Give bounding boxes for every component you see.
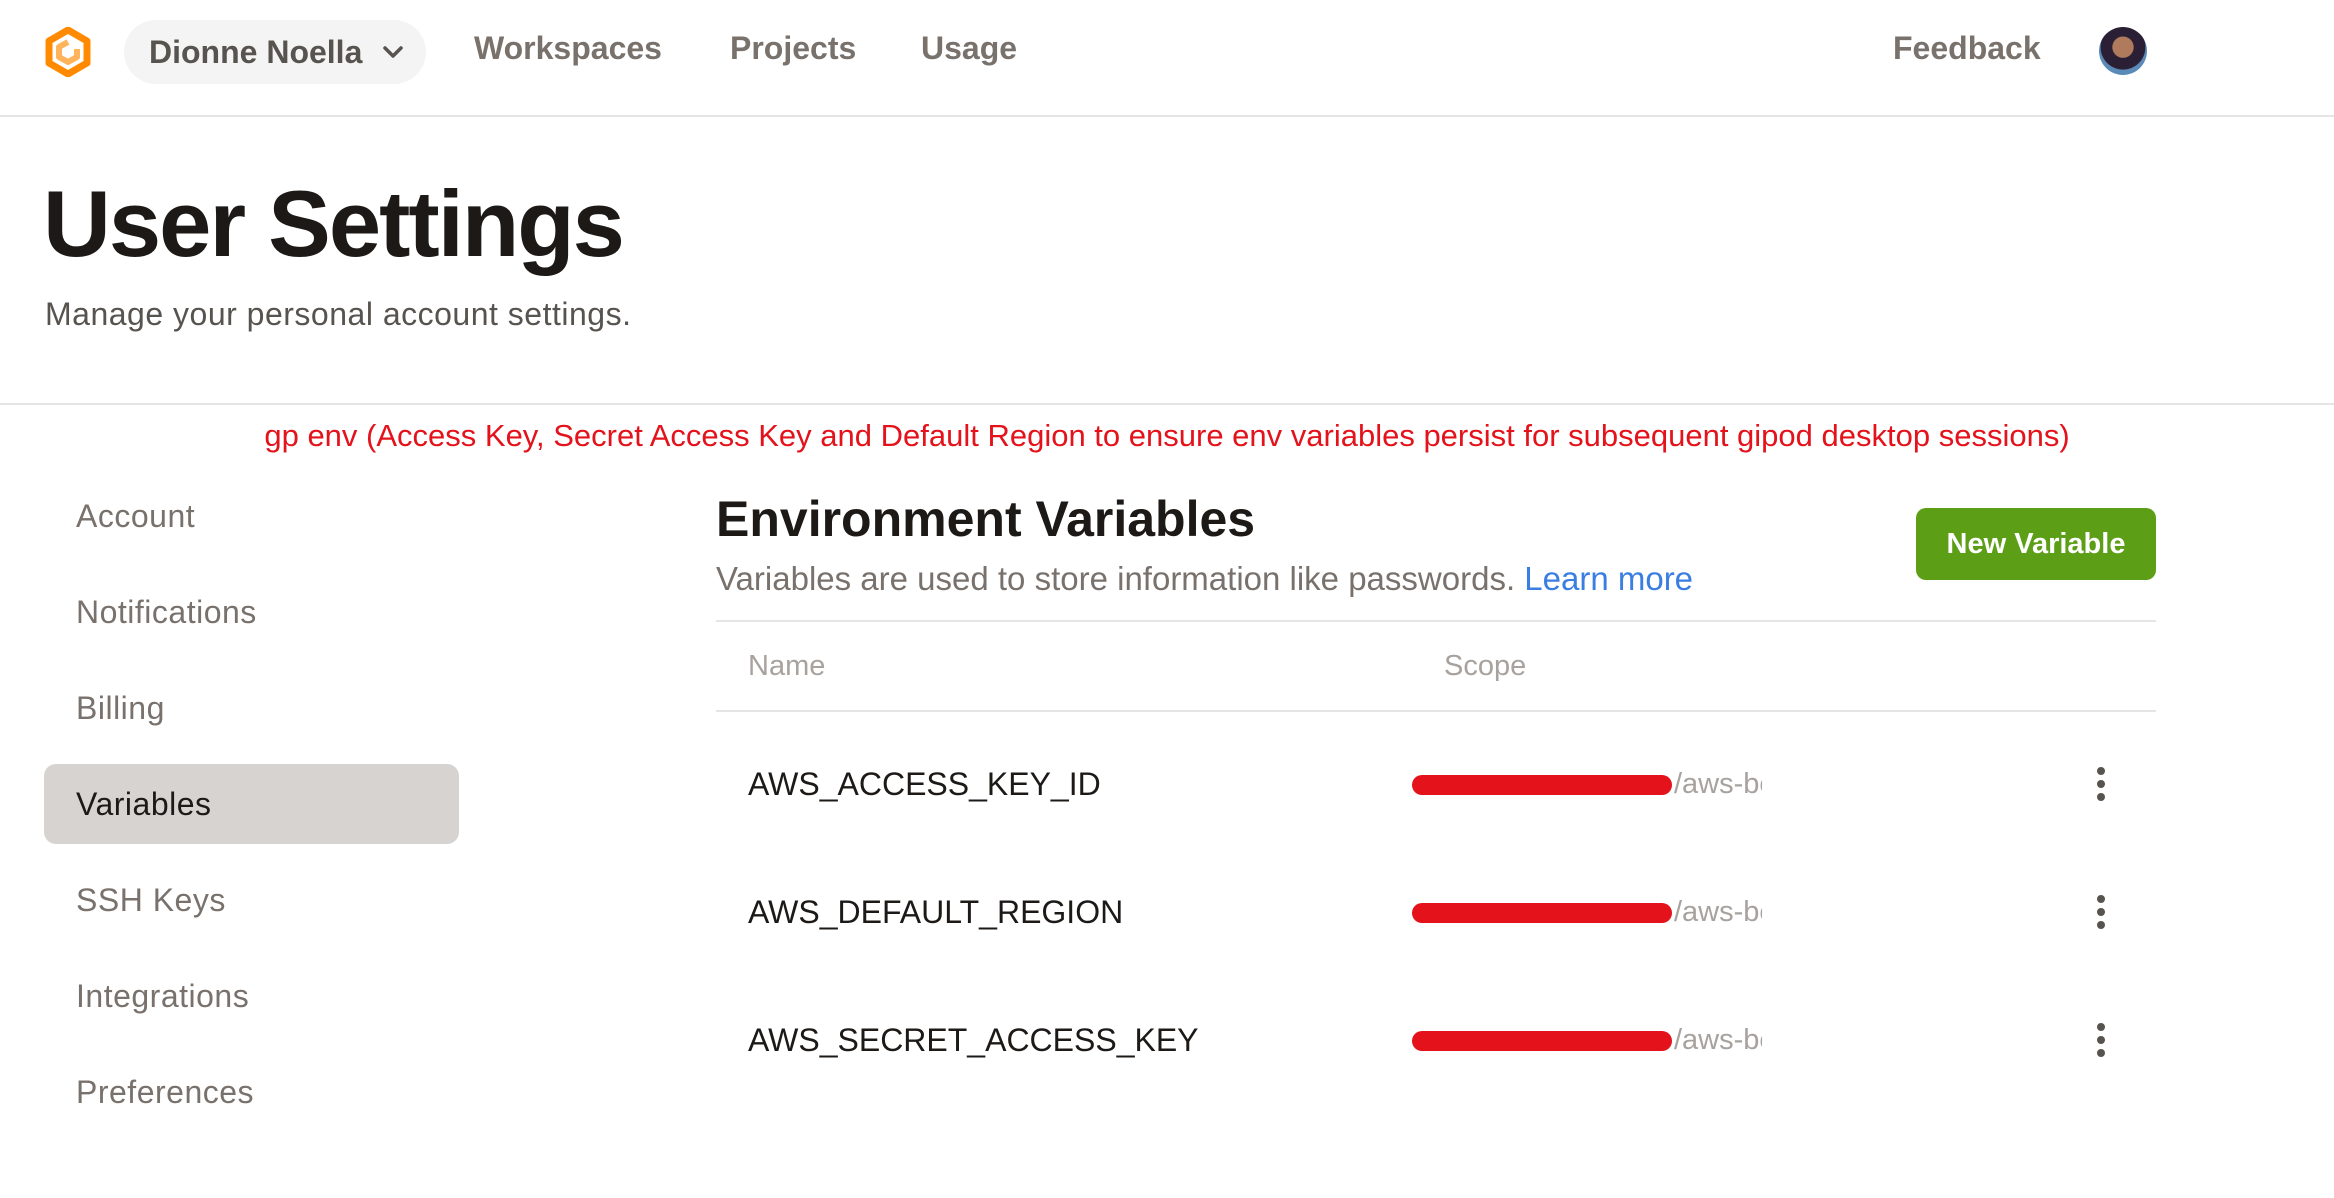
chevron-down-icon bbox=[383, 46, 403, 58]
variable-scope-text: /aws-bootcamp-cruddur-... bbox=[1674, 768, 1762, 800]
gitpod-logo-icon[interactable] bbox=[43, 27, 93, 77]
page-title: User Settings bbox=[43, 171, 625, 276]
variable-scope-text: /aws-bootcamp-cruddur-... bbox=[1674, 1024, 1762, 1056]
annotation-note: gp env (Access Key, Secret Access Key an… bbox=[264, 418, 2070, 453]
header-divider bbox=[0, 403, 2334, 405]
redaction-mark bbox=[1412, 1031, 1672, 1052]
more-vertical-icon[interactable] bbox=[2086, 764, 2116, 804]
column-header-name: Name bbox=[748, 650, 826, 682]
section-title: Environment Variables bbox=[716, 491, 1256, 547]
table-row: AWS_ACCESS_KEY_ID /aws-bootcamp-cruddur-… bbox=[716, 734, 2156, 834]
sidebar-item-integrations[interactable]: Integrations bbox=[44, 956, 459, 1036]
table-top-divider bbox=[716, 620, 2156, 622]
column-header-scope: Scope bbox=[1444, 650, 1527, 682]
sidebar-item-variables[interactable]: Variables bbox=[44, 764, 459, 844]
variable-name: AWS_DEFAULT_REGION bbox=[748, 894, 1124, 930]
nav-usage[interactable]: Usage bbox=[921, 30, 1017, 67]
table-row: AWS_DEFAULT_REGION /aws-bootcamp-cruddur… bbox=[716, 862, 2156, 962]
redaction-mark bbox=[1412, 903, 1672, 924]
sidebar-item-billing[interactable]: Billing bbox=[44, 668, 459, 748]
sidebar-item-ssh-keys[interactable]: SSH Keys bbox=[44, 860, 459, 940]
avatar[interactable] bbox=[2099, 27, 2147, 75]
sidebar-item-notifications[interactable]: Notifications bbox=[44, 572, 459, 652]
variable-scope: /aws-bootcamp-cruddur-... bbox=[1412, 896, 1762, 929]
variable-scope: /aws-bootcamp-cruddur-... bbox=[1412, 1024, 1762, 1057]
org-name: Dionne Noella bbox=[149, 33, 363, 70]
org-switcher[interactable]: Dionne Noella bbox=[124, 20, 426, 84]
more-vertical-icon[interactable] bbox=[2086, 892, 2116, 932]
variable-name: AWS_SECRET_ACCESS_KEY bbox=[748, 1022, 1199, 1058]
variable-scope-text: /aws-bootcamp-cruddur-... bbox=[1674, 896, 1762, 928]
section-description: Variables are used to store information … bbox=[716, 560, 1693, 598]
top-nav: Dionne Noella Workspaces Projects Usage … bbox=[0, 0, 2334, 117]
more-vertical-icon[interactable] bbox=[2086, 1020, 2116, 1060]
table-header-divider bbox=[716, 710, 2156, 712]
sidebar-item-preferences[interactable]: Preferences bbox=[44, 1052, 459, 1132]
table-row: AWS_SECRET_ACCESS_KEY /aws-bootcamp-crud… bbox=[716, 990, 2156, 1090]
feedback-link[interactable]: Feedback bbox=[1893, 30, 2041, 67]
new-variable-button[interactable]: New Variable bbox=[1916, 508, 2156, 580]
variable-name: AWS_ACCESS_KEY_ID bbox=[748, 766, 1101, 802]
learn-more-link[interactable]: Learn more bbox=[1524, 560, 1693, 597]
nav-workspaces[interactable]: Workspaces bbox=[474, 30, 662, 67]
page-subtitle: Manage your personal account settings. bbox=[45, 296, 632, 332]
redaction-mark bbox=[1412, 775, 1672, 796]
section-description-text: Variables are used to store information … bbox=[716, 560, 1516, 597]
nav-projects[interactable]: Projects bbox=[730, 30, 856, 67]
variable-scope: /aws-bootcamp-cruddur-... bbox=[1412, 768, 1762, 801]
sidebar-item-account[interactable]: Account bbox=[44, 476, 459, 556]
